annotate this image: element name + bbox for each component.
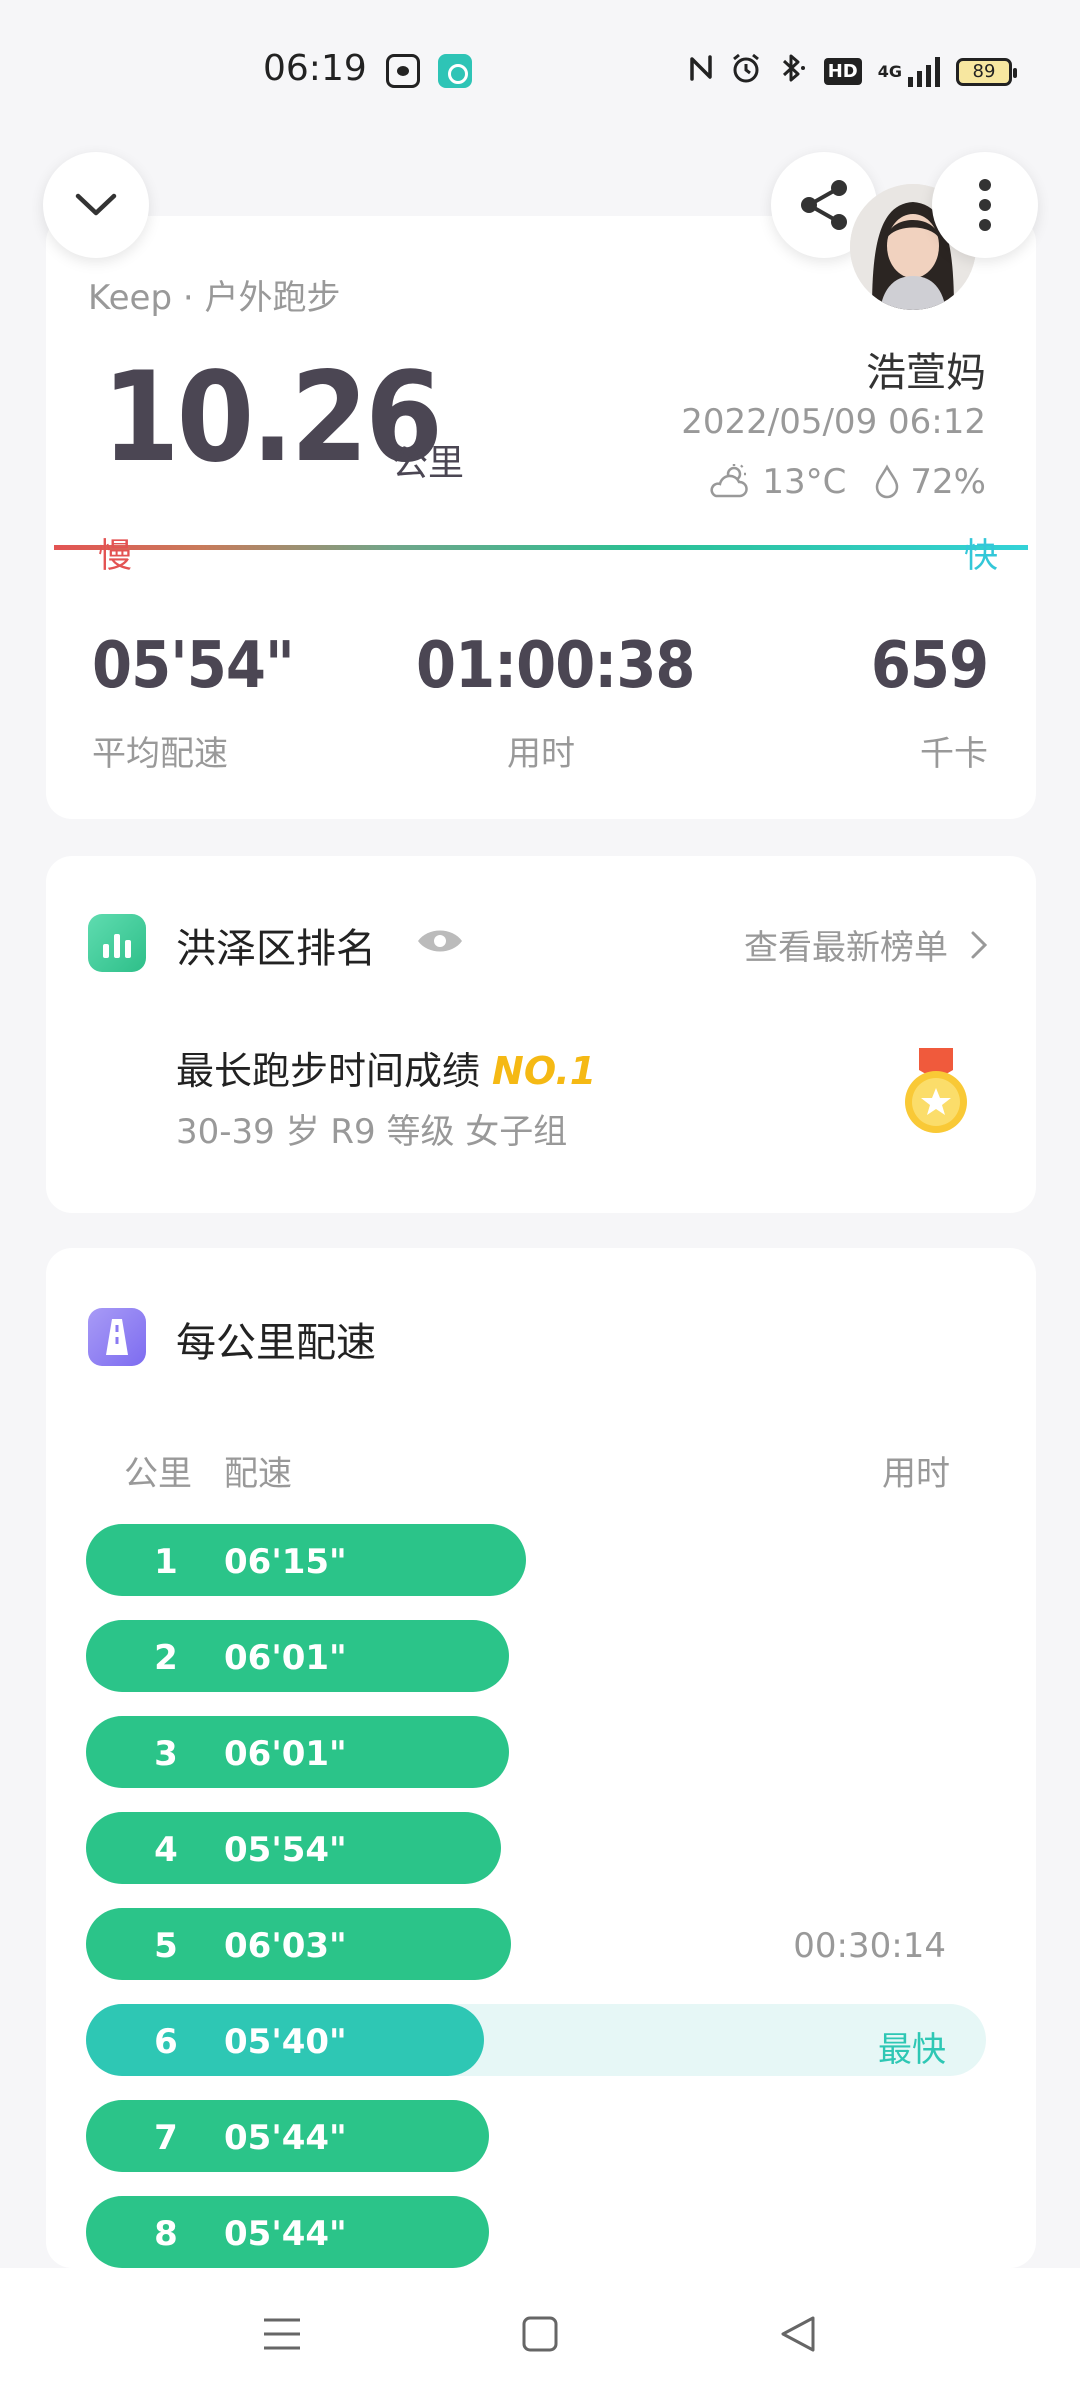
avg-pace-value: 05'54" [92,629,295,703]
user-name[interactable]: 浩萱妈 [866,340,986,398]
run-summary-card: Keep · 户外跑步 10.26 公里 浩萱妈 2022/05/09 06:1… [46,216,1036,819]
alarm-icon [730,52,762,91]
split-time: 00:30:14 [793,1926,946,1966]
km-number: 1 [154,1542,178,1582]
pace-row: 8 05'44" [86,2196,986,2268]
temperature: 13°C [762,462,847,502]
pace-row: 7 05'44" [86,2100,986,2172]
battery-icon: 89 [956,57,1017,86]
bar-chart-icon [88,914,146,972]
pace-row: 4 05'54" [86,1812,986,1884]
duration-value: 01:00:38 [416,629,695,703]
humidity: 72% [910,462,986,502]
achievement-row: 最长跑步时间成绩 NO.1 [176,1040,596,1095]
more-options-button[interactable] [932,152,1038,258]
chevron-right-icon [971,931,988,958]
duration-label: 用时 [507,734,575,774]
system-nav-bar [0,2268,1080,2400]
notification-app-icon [438,54,472,88]
baidu-app-icon [386,54,420,88]
km-pace: 05'44" [224,2214,347,2254]
column-header-time: 用时 [882,1454,950,1494]
distance-value: 10.26 [102,346,443,490]
chevron-down-icon [75,193,117,216]
avg-pace-label: 平均配速 [92,734,228,774]
view-leaderboard-label: 查看最新榜单 [744,928,948,968]
km-number: 3 [154,1734,178,1774]
km-pace: 06'15" [224,1542,347,1582]
calories-label: 千卡 [920,734,988,774]
fastest-label: 最快 [878,2030,946,2070]
column-header-pace: 配速 [224,1454,292,1494]
rank-badge: NO.1 [492,1049,597,1093]
pace-color-scale [54,545,1028,550]
pace-row: 3 06'01" [86,1716,986,1788]
pace-row: 1 06'15" [86,1524,986,1596]
hd-voice-icon: HD [823,58,862,85]
back-triangle-icon [781,2316,815,2352]
km-number: 7 [154,2118,178,2158]
achievement-text: 最长跑步时间成绩 [176,1049,481,1093]
km-pace: 05'40" [224,2022,347,2062]
pace-row: 2 06'01" [86,1620,986,1692]
medal-icon [901,1048,971,1140]
run-datetime: 2022/05/09 06:12 [681,402,986,442]
home-square-icon [522,2316,558,2352]
bluetooth-icon [778,52,808,91]
eye-icon[interactable] [416,926,464,960]
battery-level: 89 [972,61,996,82]
ranking-title: 洪泽区排名 [176,926,376,972]
run-source-label: Keep · 户外跑步 [88,278,341,318]
pace-row: 5 06'03" 00:30:14 [86,1908,986,1980]
menu-icon [264,2318,300,2350]
ranking-card: 洪泽区排名 查看最新榜单 最长跑步时间成绩 NO.1 30-39 岁 R9 等级 … [46,856,1036,1213]
km-pace: 06'01" [224,1638,347,1678]
more-vertical-icon [979,179,991,231]
status-time: 06:19 [263,48,367,89]
slow-label: 慢 [98,536,132,576]
collapse-button[interactable] [43,152,149,258]
km-number: 6 [154,2022,178,2062]
km-pace: 06'01" [224,1734,347,1774]
km-pace: 05'54" [224,1830,347,1870]
signal-icon [908,56,940,87]
stat-calories: 659 千卡 [870,629,989,775]
network-type: 4G [877,62,902,81]
partly-cloudy-icon [708,464,754,500]
km-number: 8 [154,2214,178,2254]
stat-duration: 01:00:38 用时 [416,629,695,775]
km-number: 5 [154,1926,178,1966]
km-pace: 06'03" [224,1926,347,1966]
km-pace: 05'44" [224,2118,347,2158]
calories-value: 659 [870,629,989,703]
stat-avg-pace: 05'54" 平均配速 [92,629,295,775]
status-bar: 06:19 HD 4G 89 [0,0,1080,140]
column-header-km: 公里 [124,1454,192,1494]
ranking-group: 30-39 岁 R9 等级 女子组 [176,1112,568,1152]
weather-info: 13°C 72% [708,462,986,502]
pace-section-title: 每公里配速 [176,1320,376,1366]
pace-row: 6 05'40" 最快 [86,2004,986,2076]
back-button[interactable] [768,2304,828,2364]
home-button[interactable] [510,2304,570,2364]
road-icon [88,1308,146,1366]
recent-apps-button[interactable] [252,2304,312,2364]
status-icons: HD 4G 89 [688,52,1017,91]
km-number: 2 [154,1638,178,1678]
fast-label: 快 [964,536,998,576]
share-icon [801,180,847,230]
droplet-icon [872,464,902,500]
nfc-icon [688,53,714,90]
distance-unit: 公里 [392,443,465,484]
pace-per-km-card: 每公里配速 公里 配速 用时 1 06'15" 2 06'01" 3 06'01" 4 05'… [46,1248,1036,2268]
km-number: 4 [154,1830,178,1870]
view-leaderboard-link[interactable]: 查看最新榜单 [744,920,988,969]
